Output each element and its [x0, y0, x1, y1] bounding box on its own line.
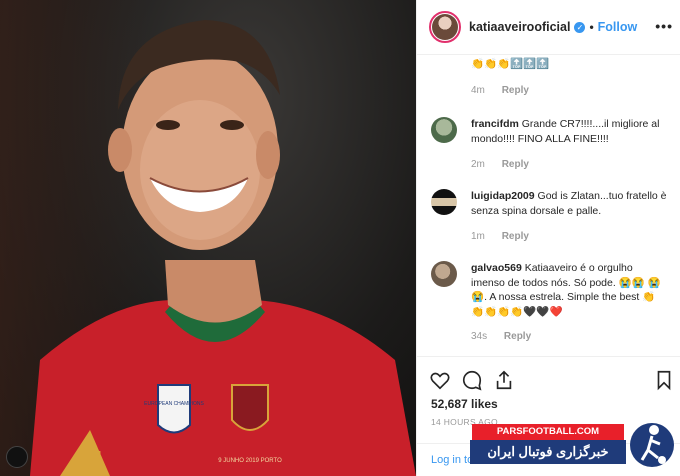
watermark-logo [630, 423, 674, 467]
watermark: PARSFOOTBALL.COM خبرگزاری فوتبال ایران [470, 420, 678, 472]
shirt-number: 7 [82, 443, 102, 476]
comment-age: 1m [471, 231, 485, 242]
right-ear [256, 131, 280, 179]
comment-avatar[interactable] [431, 189, 457, 215]
comment-icon[interactable] [461, 369, 483, 391]
comment-age: 4m [471, 85, 485, 96]
comment-username[interactable]: francifdm [471, 118, 519, 130]
post-photo[interactable]: EUROPEAN CHAMPIONS 9 JUNHO 2019 PORTO 7 [0, 0, 416, 476]
share-icon[interactable] [493, 369, 515, 391]
photo-corner-icon [6, 446, 28, 468]
more-options-icon[interactable]: ••• [655, 18, 673, 34]
post-panel: katiaaveirooficial ✓ • Follow ••• 👏👏👏🔝🔝🔝… [416, 0, 680, 476]
champions-badge [157, 384, 191, 434]
comment-username[interactable]: luigidap2009 [471, 190, 535, 202]
follow-button[interactable]: Follow [598, 20, 638, 34]
comment-text: 👏👏👏🔝🔝🔝 [471, 57, 667, 72]
comment-meta: 4m Reply [471, 85, 529, 96]
comment-text: galvao569 Katiaaveiro é o orgulho imenso… [471, 261, 667, 319]
reply-button[interactable]: Reply [502, 85, 529, 96]
right-eye [220, 120, 244, 130]
likes-count[interactable]: 52,687 likes [431, 397, 498, 411]
portugal-crest [231, 384, 269, 431]
watermark-site: PARSFOOTBALL.COM [472, 424, 624, 440]
comment-text: luigidap2009 God is Zlatan...tuo fratell… [471, 189, 667, 218]
comments-list[interactable]: 👏👏👏🔝🔝🔝 4m Reply francifdm Grande CR7!!!!… [417, 55, 680, 355]
comment-text: francifdm Grande CR7!!!!....il migliore … [471, 117, 667, 146]
verified-icon: ✓ [574, 21, 586, 33]
comment-username[interactable]: galvao569 [471, 262, 522, 274]
comment-meta: 2m Reply [471, 159, 529, 170]
comment-age: 2m [471, 159, 485, 170]
bookmark-icon[interactable] [653, 369, 675, 391]
player-illustration: EUROPEAN CHAMPIONS 9 JUNHO 2019 PORTO 7 [30, 20, 416, 476]
comment-content: 👏👏👏🔝🔝🔝 [471, 58, 550, 70]
left-eye [156, 120, 180, 130]
heart-icon[interactable] [429, 369, 451, 391]
separator-dot: • [589, 20, 594, 34]
comment-avatar[interactable] [431, 261, 457, 287]
shirt-print: 9 JUNHO 2019 PORTO [218, 458, 282, 464]
username[interactable]: katiaaveirooficial [469, 20, 570, 34]
reply-button[interactable]: Reply [502, 159, 529, 170]
comment-meta: 34s Reply [471, 331, 531, 342]
comment-meta: 1m Reply [471, 231, 529, 242]
post-header: katiaaveirooficial ✓ • Follow ••• [417, 0, 680, 55]
comment-avatar[interactable] [431, 117, 457, 143]
comment-age: 34s [471, 331, 488, 342]
reply-button[interactable]: Reply [502, 231, 529, 242]
avatar[interactable] [429, 11, 461, 43]
reply-button[interactable]: Reply [504, 331, 531, 342]
face-highlight [140, 100, 260, 240]
badge-text: EUROPEAN CHAMPIONS [144, 401, 204, 407]
left-ear [108, 128, 132, 172]
watermark-tagline: خبرگزاری فوتبال ایران [470, 440, 626, 464]
